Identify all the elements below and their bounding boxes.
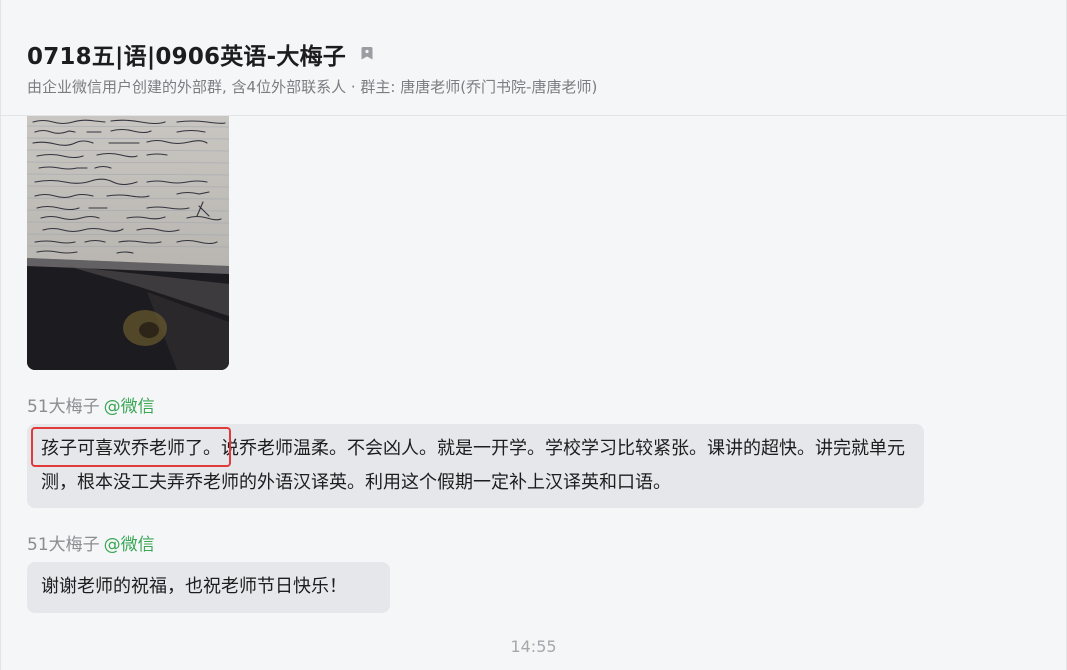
title-row: 0718五|语|0906英语-大梅子 — [27, 38, 374, 70]
timestamp: 14:55 — [510, 637, 557, 656]
sender-nickname[interactable]: 51大梅子 — [27, 535, 100, 555]
sender-source-wechat: @微信 — [103, 535, 155, 555]
text-message[interactable]: 孩子可喜欢乔老师了。说乔老师温柔。不会凶人。就是一开学。学校学习比较紧张。课讲的… — [27, 424, 924, 508]
tag-icon[interactable] — [360, 46, 374, 62]
image-message[interactable] — [27, 116, 229, 370]
highlighted-text: 孩子可喜欢乔老师了。 — [41, 438, 221, 459]
chat-window: 0718五|语|0906英语-大梅子 由企业微信用户创建的外部群, 含4位外部联… — [0, 0, 1067, 670]
group-title[interactable]: 0718五|语|0906英语-大梅子 — [27, 37, 346, 71]
sender-source-wechat: @微信 — [103, 397, 155, 417]
group-subtitle: 由企业微信用户创建的外部群, 含4位外部联系人 · 群主: 唐唐老师(乔门书院-… — [27, 78, 598, 96]
chat-header: 0718五|语|0906英语-大梅子 由企业微信用户创建的外部群, 含4位外部联… — [1, 0, 1066, 116]
text-message[interactable]: 谢谢老师的祝福，也祝老师节日快乐！ — [27, 562, 390, 613]
message-list[interactable]: 51大梅子 @微信 孩子可喜欢乔老师了。说乔老师温柔。不会凶人。就是一开学。学校学… — [1, 116, 1066, 670]
sender-name[interactable]: 51大梅子 @微信 — [27, 530, 155, 555]
sender-name[interactable]: 51大梅子 @微信 — [27, 392, 155, 417]
sender-nickname[interactable]: 51大梅子 — [27, 397, 100, 417]
message-text: 谢谢老师的祝福，也祝老师节日快乐！ — [41, 576, 347, 597]
